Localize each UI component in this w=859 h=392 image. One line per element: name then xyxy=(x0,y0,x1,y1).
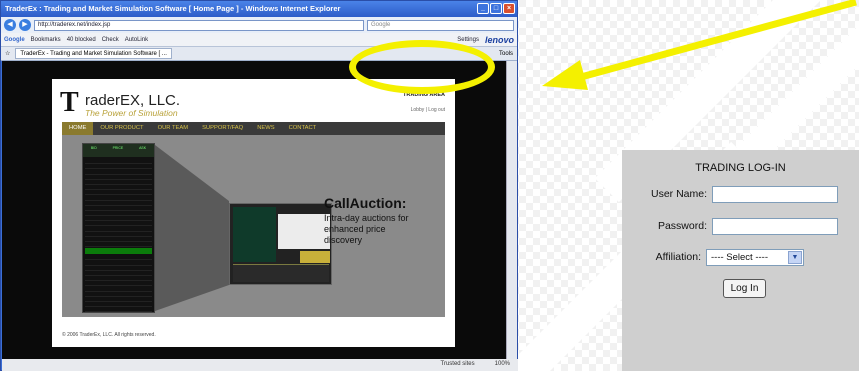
ladder-row xyxy=(85,248,152,255)
affiliation-value: ---- Select ---- xyxy=(711,252,768,263)
close-button[interactable]: × xyxy=(503,3,515,14)
search-input[interactable]: Google xyxy=(367,19,514,31)
lenovo-logo: lenovo xyxy=(484,34,514,45)
affiliation-select[interactable]: ---- Select ---- ▼ xyxy=(706,249,804,266)
site-menu: HOME OUR PRODUCT OUR TEAM SUPPORT/FAQ NE… xyxy=(62,122,445,135)
trading-area: TRADING AREA Lobby | Log out xyxy=(403,92,445,116)
ladder-row xyxy=(85,307,152,313)
forward-icon[interactable]: ▶ xyxy=(19,19,31,31)
password-input[interactable] xyxy=(712,218,838,235)
login-button[interactable]: Log In xyxy=(723,279,766,298)
security-zone: Trusted sites xyxy=(440,361,475,367)
maximize-button[interactable]: □ xyxy=(490,3,502,14)
hero-description: Intra-day auctions for enhanced price di… xyxy=(324,213,409,245)
menu-contact[interactable]: CONTACT xyxy=(282,122,324,135)
chevron-down-icon[interactable]: ▼ xyxy=(788,251,802,264)
menu-support-faq[interactable]: SUPPORT/FAQ xyxy=(195,122,250,135)
back-icon[interactable]: ◀ xyxy=(4,19,16,31)
menu-news[interactable]: NEWS xyxy=(250,122,281,135)
url-input[interactable]: http://traderex.net/index.jsp xyxy=(34,19,364,31)
tools-button[interactable]: Tools xyxy=(499,51,513,57)
hero-banner: BID PRICE ASK CallAuction: Intra-day aucti… xyxy=(62,135,445,317)
call-auction-screenshot xyxy=(229,203,332,285)
scrollbar[interactable] xyxy=(506,61,517,359)
copyright: © 2006 TraderEx, LLC. All rights reserve… xyxy=(62,332,156,338)
blocked-popups[interactable]: 40 blocked xyxy=(67,37,96,43)
website-page: T raderEX, LLC. The Power of Simulation … xyxy=(52,79,455,347)
status-bar: Trusted sites 100% xyxy=(2,359,518,371)
autolink-button[interactable]: AutoLink xyxy=(125,37,148,43)
menu-home[interactable]: HOME xyxy=(62,122,94,135)
highlight-ellipse xyxy=(349,40,495,94)
username-input[interactable] xyxy=(712,186,838,203)
login-panel: TRADING LOG-IN User Name: Password: Affi… xyxy=(622,150,859,371)
company-name: raderEX, LLC. xyxy=(85,92,181,109)
title-bar: TraderEx : Trading and Market Simulation… xyxy=(1,1,517,17)
order-ladder-image: BID PRICE ASK xyxy=(82,143,155,313)
affiliation-label: Affiliation: xyxy=(655,251,701,263)
hero-title: CallAuction: xyxy=(324,195,407,211)
password-label: Password: xyxy=(657,220,707,232)
menu-our-team[interactable]: OUR TEAM xyxy=(151,122,196,135)
username-label: User Name: xyxy=(650,188,707,200)
yellow-arrow-icon xyxy=(542,0,857,90)
trading-area-links[interactable]: Lobby | Log out xyxy=(411,107,445,113)
minimize-button[interactable]: _ xyxy=(477,3,489,14)
tagline: The Power of Simulation xyxy=(85,108,178,118)
google-label: Google xyxy=(4,36,25,43)
ladder-row xyxy=(85,242,152,248)
logo-letter: T xyxy=(60,87,79,118)
check-button[interactable]: Check xyxy=(102,37,119,43)
bookmarks-button[interactable]: Bookmarks xyxy=(31,37,61,43)
window-title: TraderEx : Trading and Market Simulation… xyxy=(5,4,341,13)
tab-traderex[interactable]: TraderEx - Trading and Market Simulation… xyxy=(15,48,172,59)
favorites-star-icon[interactable]: ☆ xyxy=(5,50,10,57)
settings-button[interactable]: Settings xyxy=(457,37,479,43)
page-content: T raderEX, LLC. The Power of Simulation … xyxy=(2,61,506,359)
login-title: TRADING LOG-IN xyxy=(695,162,786,174)
zoom-level[interactable]: 100% xyxy=(495,361,510,369)
address-bar: ◀ ▶ http://traderex.net/index.jsp Google xyxy=(1,17,517,33)
menu-our-product[interactable]: OUR PRODUCT xyxy=(93,122,150,135)
